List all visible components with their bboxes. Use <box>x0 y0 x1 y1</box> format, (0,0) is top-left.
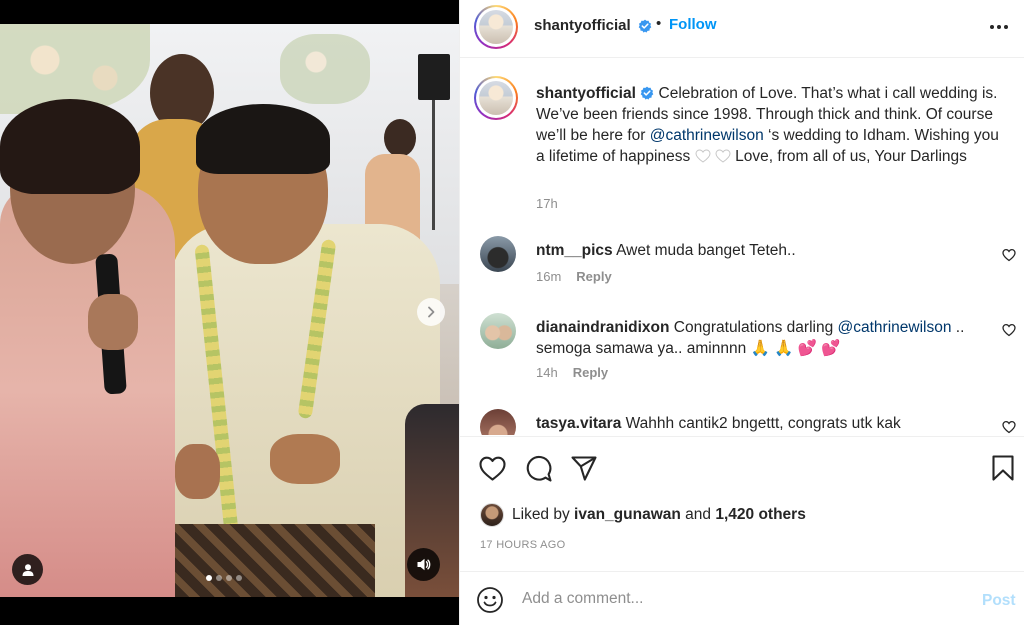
more-options-button[interactable] <box>984 14 1014 40</box>
verified-badge-icon <box>638 19 652 33</box>
liked-by-others[interactable]: 1,420 others <box>715 506 805 524</box>
comment-body: Wahhh cantik2 bngettt, congrats utk kak <box>625 415 901 432</box>
comment-body: Congratulations darling <box>673 319 838 336</box>
comment-timestamp[interactable]: 16m <box>536 269 561 284</box>
likes-summary: Liked by ivan_gunawan and 1,420 others <box>480 503 806 527</box>
user-icon <box>22 563 33 576</box>
comment-button[interactable] <box>523 453 553 483</box>
instagram-post-modal: shantyofficial • Follow shantyofficial C… <box>0 0 1024 625</box>
add-comment-bar: Post <box>460 571 1024 625</box>
caption-mention-link[interactable]: @cathrinewilson <box>650 127 764 144</box>
commenter-avatar[interactable] <box>480 313 516 349</box>
carousel-next-button[interactable] <box>417 298 445 326</box>
bookmark-icon <box>992 455 1014 481</box>
liked-by-user[interactable]: ivan_gunawan <box>574 506 681 524</box>
post-media[interactable] <box>0 0 459 625</box>
comment-text: dianaindranidixon Congratulations darlin… <box>536 317 966 359</box>
caption-text: shantyofficial Celebration of Love. That… <box>536 83 1001 167</box>
header-separator: • <box>656 15 662 32</box>
follow-button[interactable]: Follow <box>669 16 717 33</box>
caption-body-3: Love, from all of us, Your Darlings <box>730 148 967 165</box>
commenter-username[interactable]: ntm__pics <box>536 242 613 259</box>
commenter-avatar[interactable] <box>480 236 516 272</box>
author-avatar[interactable] <box>474 5 518 49</box>
commenter-username[interactable]: tasya.vitara <box>536 415 621 432</box>
liked-by-prefix: Liked by <box>512 506 570 523</box>
caption-author-avatar[interactable] <box>474 76 518 120</box>
comment-text: ntm__pics Awet muda banget Teteh.. <box>536 240 966 261</box>
post-actions: Liked by ivan_gunawan and 1,420 others 1… <box>460 436 1024 570</box>
white-heart-emoji-icon <box>715 149 731 163</box>
letterbox-top <box>0 0 459 24</box>
comment-icon <box>526 455 552 482</box>
comments-list[interactable]: shantyofficial Celebration of Love. That… <box>460 59 1024 435</box>
speaker-icon <box>417 558 431 571</box>
share-icon <box>571 455 597 481</box>
post-timestamp[interactable]: 17 HOURS AGO <box>480 539 566 551</box>
commenter-avatar[interactable] <box>480 409 516 435</box>
commenter-username[interactable]: dianaindranidixon <box>536 319 669 336</box>
caption-timestamp[interactable]: 17h <box>536 196 558 211</box>
liker-avatar[interactable] <box>480 503 504 527</box>
tagged-users-button[interactable] <box>12 554 43 585</box>
verified-badge-icon <box>640 86 654 100</box>
audio-toggle-button[interactable] <box>407 548 440 581</box>
heart-icon <box>478 456 506 481</box>
carousel-dot <box>216 575 222 581</box>
emoji-icon[interactable] <box>476 586 504 614</box>
comment-body: Awet muda banget Teteh.. <box>616 242 796 259</box>
comment-meta: 14h Reply <box>536 365 608 380</box>
post-comment-button[interactable]: Post <box>982 592 1016 610</box>
heart-icon[interactable] <box>1002 420 1016 434</box>
heart-icon[interactable] <box>1002 248 1016 262</box>
comment-input[interactable] <box>522 586 942 612</box>
letterbox-bottom <box>0 597 459 625</box>
comment-emojis: 🙏 🙏 💕 💕 <box>750 340 841 357</box>
comment-text: tasya.vitara Wahhh cantik2 bngettt, cong… <box>536 413 966 434</box>
white-heart-emoji-icon <box>695 149 711 163</box>
carousel-indicator <box>206 575 242 581</box>
video-frame[interactable] <box>0 24 459 597</box>
liked-by-and: and <box>685 506 712 523</box>
carousel-dot <box>226 575 232 581</box>
carousel-dot <box>236 575 242 581</box>
post-details-panel: shantyofficial • Follow shantyofficial C… <box>459 0 1024 625</box>
caption-username[interactable]: shantyofficial <box>536 85 636 102</box>
carousel-dot <box>206 575 212 581</box>
comment-timestamp[interactable]: 14h <box>536 365 558 380</box>
comment-meta: 16m Reply <box>536 269 612 284</box>
share-button[interactable] <box>569 453 599 483</box>
reply-button[interactable]: Reply <box>576 269 611 284</box>
author-username[interactable]: shantyofficial <box>534 17 631 34</box>
post-header: shantyofficial • Follow <box>460 0 1024 58</box>
chevron-right-icon <box>428 306 435 318</box>
save-button[interactable] <box>988 453 1018 483</box>
like-button[interactable] <box>477 453 507 483</box>
heart-icon[interactable] <box>1002 323 1016 337</box>
more-horizontal-icon <box>990 25 1008 29</box>
comment-mention-link[interactable]: @cathrinewilson <box>838 319 952 336</box>
reply-button[interactable]: Reply <box>573 365 608 380</box>
